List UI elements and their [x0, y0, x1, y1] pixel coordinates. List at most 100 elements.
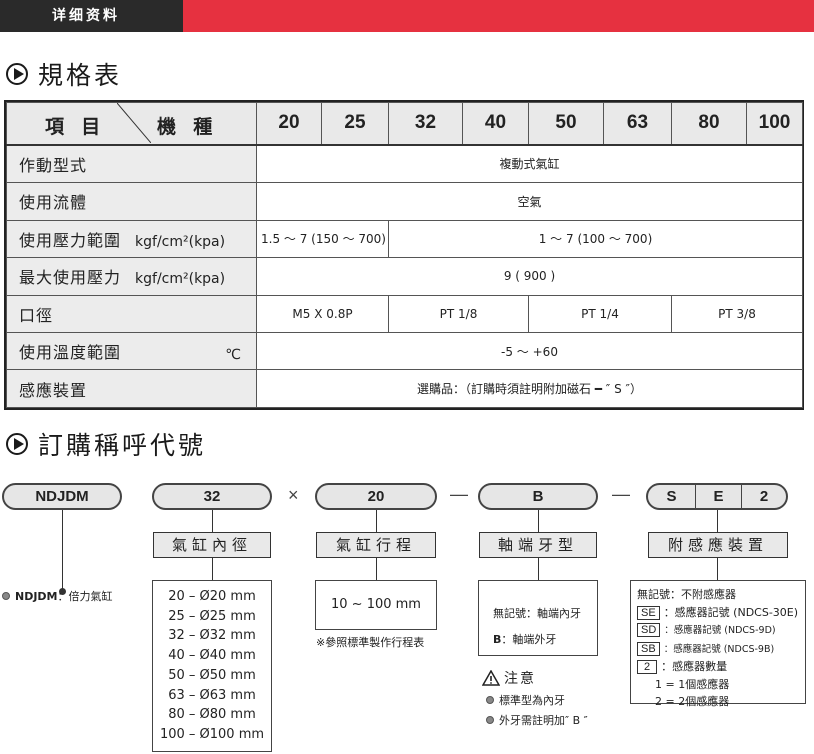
size-header: 80 [671, 102, 747, 146]
table-row: 口徑 M5 X 0.8P PT 1/8 PT 1/4 PT 3/8 [6, 294, 803, 334]
row-unit: kgf/cm²(kpa) [135, 271, 226, 288]
sensor-code-text: ：感應器數量 [661, 660, 728, 673]
connector-line [538, 558, 539, 580]
row-label-cell: 最大使用壓力 kgf/cm²(kpa) [6, 257, 257, 296]
sensor-none-text: 無記號：不附感應器 [637, 588, 736, 601]
stroke-label-box: 氣缸行程 [316, 532, 436, 558]
list-item: 100 – Ø100 mm [159, 726, 265, 742]
header-tag: 详细资料 [0, 0, 183, 32]
size-header: 50 [528, 102, 604, 146]
stroke-range-box: 10 ~ 100 mm [315, 580, 437, 630]
connector-line [212, 510, 213, 532]
row-label: 使用溫度範圍 [19, 343, 122, 363]
connector-line [717, 510, 718, 532]
row-label: 口徑 [6, 294, 257, 334]
table-row: 感應裝置 選購品：（訂購時須註明附加磁石 ━ ″ S ″） [6, 369, 803, 408]
stroke-code-pill: 20 [315, 483, 437, 510]
table-row: 使用流體 空氣 [6, 182, 803, 221]
connector-line [376, 558, 377, 580]
row-unit: ℃ [225, 347, 242, 364]
table-row: 使用壓力範圍 kgf/cm²(kpa) 1.5 ～ 7 (150 ～ 700) 1… [6, 219, 803, 259]
connector-line [538, 510, 539, 532]
bore-list-box: 20 – Ø20 mm 25 – Ø25 mm 32 – Ø32 mm 40 –… [152, 580, 272, 752]
section-spec-title: 規格表 [38, 61, 123, 90]
caution-item: 標準型為內牙 [486, 692, 565, 708]
corner-model-label: 機 種 [157, 117, 219, 138]
sensor-code-line: 2 ：感應器數量 [637, 658, 805, 676]
list-item: 40 – Ø40 mm [168, 648, 256, 664]
caution-heading: 注意 [482, 668, 536, 688]
size-header: 100 [746, 102, 803, 146]
sensor-code-num: 2 [759, 488, 769, 505]
table-row: 作動型式 複動式氣缸 [6, 143, 803, 184]
sensor-code-line: SD ：感應器記號 (NDCS-9D) [637, 621, 805, 640]
row-label: 作動型式 [6, 143, 257, 184]
sensor-code-text: ：感應器記號 (NDCS-9D) [664, 625, 776, 636]
sensor-code-tag: SD [637, 623, 661, 637]
sensor-info-box: 無記號：不附感應器 SE ：感應器記號 (NDCS-30E) SD ：感應器記號 (… [630, 580, 806, 708]
row-value: 1.5 ～ 7 (150 ～ 700) [256, 219, 389, 259]
row-value: M5 X 0.8P [256, 294, 389, 334]
list-item: 20 – Ø20 mm [168, 589, 256, 604]
connector-line [717, 558, 718, 580]
sensor-label-box: 附感應裝置 [648, 532, 788, 558]
caution-title: 注意 [504, 671, 536, 687]
row-value: PT 3/8 [671, 294, 803, 334]
caution-item: 外牙需註明加″ B ″ [486, 712, 588, 728]
size-header: 25 [321, 102, 389, 146]
section-order-title: 訂購稱呼代號 [38, 431, 207, 460]
row-label: 最大使用壓力 [19, 268, 122, 288]
sensor-code-s: S [666, 488, 677, 505]
caution-text: 標準型為內牙 [499, 694, 565, 707]
stroke-note: ※參照標準製作行程表 [316, 636, 425, 649]
sensor-code-pill: S E 2 [646, 483, 788, 510]
row-value: 空氣 [256, 182, 803, 221]
table-row: 最大使用壓力 kgf/cm²(kpa) 9 ( 900 ) [6, 257, 803, 296]
row-value: 選購品：（訂購時須註明附加磁石 ━ ″ S ″） [256, 369, 803, 408]
spec-header-row: 項 目 機 種 20 25 32 40 50 63 80 100 [6, 102, 803, 146]
bullet-icon [2, 592, 10, 600]
section-spec-heading: 規格表 [6, 56, 122, 92]
connector-line [376, 510, 377, 532]
model-note: NDJDM：倍力氣缸 [2, 588, 113, 604]
corner-divider [117, 103, 151, 143]
play-circle-icon [6, 433, 28, 455]
model-note-code: NDJDM [15, 590, 58, 603]
spec-corner-cell: 項 目 機 種 [6, 102, 257, 146]
section-order-heading: 訂購稱呼代號 [6, 426, 206, 462]
row-label-cell: 使用壓力範圍 kgf/cm²(kpa) [6, 219, 257, 259]
list-item: 25 – Ø25 mm [168, 608, 256, 624]
sensor-code-e: E [695, 485, 742, 508]
warning-icon [482, 670, 500, 686]
corner-item-label: 項 目 [45, 117, 107, 138]
list-item: 50 – Ø50 mm [168, 667, 256, 683]
list-item: 80 – Ø80 mm [168, 707, 256, 723]
model-code-pill: NDJDM [2, 483, 122, 510]
sensor-code-tag: SE [637, 605, 660, 620]
sensor-qty-1: 1 = 1個感應器 [655, 677, 730, 691]
connector-line [62, 510, 63, 592]
row-value: 1 ～ 7 (100 ～ 700) [388, 219, 803, 259]
end-label-box: 軸端牙型 [479, 532, 597, 558]
list-item: 32 – Ø32 mm [168, 628, 256, 644]
spec-table: 項 目 機 種 20 25 32 40 50 63 80 100 作動型式 複動… [4, 100, 804, 410]
sensor-code-tag: SB [637, 641, 660, 656]
size-header: 63 [603, 102, 672, 146]
bullet-icon [486, 696, 494, 704]
row-value: 複動式氣缸 [256, 143, 803, 184]
sensor-code-tag: 2 [637, 660, 658, 674]
bullet-icon [486, 716, 494, 724]
row-label-cell: 使用溫度範圍 ℃ [6, 332, 257, 371]
row-label: 使用壓力範圍 [19, 230, 122, 250]
end-b-line: B：軸端外牙 [493, 627, 597, 653]
row-value: -5 ～ +60 [256, 332, 803, 371]
list-item: 63 – Ø63 mm [168, 687, 256, 703]
caution-text: 外牙需註明加″ B ″ [499, 714, 588, 727]
size-header: 32 [388, 102, 463, 146]
row-value: PT 1/4 [528, 294, 672, 334]
end-b-text: ：軸端外牙 [501, 633, 557, 646]
row-value: 9 ( 900 ) [256, 257, 803, 296]
play-circle-icon [6, 63, 28, 85]
times-sign: × [288, 485, 299, 505]
size-header: 20 [256, 102, 322, 146]
